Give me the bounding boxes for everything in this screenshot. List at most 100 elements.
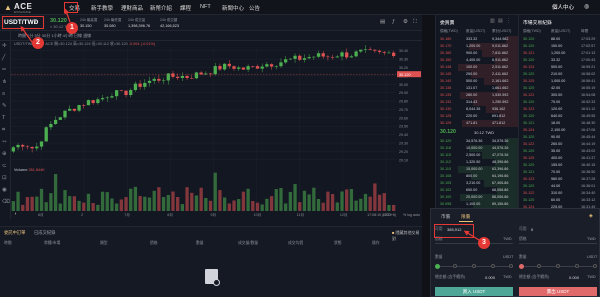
sell-amount-slider[interactable]: [519, 264, 597, 270]
stat-turnover-value: 42,166,523: [160, 24, 180, 28]
trash-tool-icon[interactable]: ⌫: [2, 199, 10, 205]
chart-type-icon[interactable]: ▤: [380, 19, 385, 25]
bid-row[interactable]: 30.105 3,210.00 67,406.86: [436, 180, 518, 187]
trade-row: 30.122 310.00 16:34:40: [519, 190, 600, 197]
buy-usdt-button[interactable]: 買入 USDT: [435, 287, 513, 296]
horizontal-line-tool-icon[interactable]: ═: [2, 67, 6, 73]
pitchfork-tool-icon[interactable]: ⋔: [2, 79, 7, 85]
scale-options[interactable]: % log auto: [403, 213, 420, 217]
settings-gear-icon[interactable]: ⚙: [403, 19, 408, 25]
indicator-icon[interactable]: ƒ: [392, 19, 395, 25]
crosshair-tool-icon[interactable]: ✛: [2, 43, 7, 49]
trade-time: 16:55:19: [581, 86, 596, 90]
bid-row[interactable]: 30.120 34,576.36 34,576.36: [436, 138, 518, 145]
bid-row[interactable]: 30.100 20,000.00 88,056.86: [436, 194, 518, 201]
magnet-tool-icon[interactable]: ⊂: [2, 163, 7, 169]
slider-step[interactable]: [491, 264, 495, 268]
ask-row[interactable]: 30.150 4,400.00 6,911.662: [436, 57, 518, 64]
measure-tool-icon[interactable]: ⇿: [2, 139, 7, 145]
slider-step[interactable]: [472, 264, 476, 268]
ask-row[interactable]: 30.135 280.00 1,530.592: [436, 92, 518, 99]
ob-amount: 1,320.50: [466, 160, 481, 164]
nav-item-courses[interactable]: 課程: [180, 4, 191, 12]
volume-bar: [274, 189, 278, 211]
brush-tool-icon[interactable]: ✎: [2, 103, 7, 109]
candle-body: [382, 51, 386, 53]
bid-row[interactable]: 30.108 800.00 64,196.86: [436, 173, 518, 180]
trade-amount: 33.32: [551, 58, 561, 62]
bid-row[interactable]: 30.102 650.00 68,056.86: [436, 187, 518, 194]
account-center-link[interactable]: 個人中心: [552, 3, 574, 11]
ask-row[interactable]: 30.180 333.32 9,344.982: [436, 36, 518, 43]
nav-item-finance[interactable]: 理財商品: [121, 4, 143, 12]
slider-step[interactable]: [509, 264, 513, 268]
ask-row[interactable]: 30.145 250.00 2,411.662: [436, 71, 518, 78]
ask-row[interactable]: 30.140 500.00 2,161.662: [436, 78, 518, 85]
bid-row[interactable]: 30.115 2,500.00 47,076.36: [436, 152, 518, 159]
slider-step[interactable]: [453, 264, 457, 268]
ob-total: 1,661.662: [492, 86, 509, 90]
volume-bar: [260, 204, 264, 211]
fullscreen-icon[interactable]: ⛶: [413, 19, 417, 26]
ob-amount: 250.00: [466, 72, 478, 76]
nav-item-new-coins[interactable]: 新幣介紹: [150, 4, 172, 12]
mid-price-fiat: 30.12 TWD: [474, 130, 495, 135]
ob-amount: 220.00: [466, 114, 478, 118]
bid-row[interactable]: 30.112 1,320.50 48,396.86: [436, 159, 518, 166]
sell-price-input[interactable]: [519, 243, 597, 244]
ask-row[interactable]: 30.160 900.00 7,811.662: [436, 50, 518, 57]
price-chart[interactable]: 30.4030.3030.2030.1030.0029.9029.8029.70…: [11, 41, 422, 219]
ob-amount: 1,100.00: [466, 202, 481, 206]
nav-item-announcements[interactable]: 公告: [249, 4, 260, 12]
buy-amount-slider[interactable]: [435, 264, 513, 270]
trend-line-tool-icon[interactable]: ╱: [2, 55, 5, 61]
slider-knob[interactable]: [435, 264, 440, 269]
ask-row[interactable]: 30.130 8,044.35 936.162: [436, 106, 518, 113]
ask-row[interactable]: 30.125 471.81 471.812: [436, 120, 518, 127]
tab-order-history[interactable]: 已成交紀錄: [34, 230, 55, 236]
ask-row[interactable]: 30.132 314.43 1,250.592: [436, 99, 518, 106]
candlestick-svg[interactable]: 30.4030.3030.2030.1030.0029.9029.8029.70…: [11, 41, 422, 219]
bid-row[interactable]: 30.098 1,100.00 89,156.86: [436, 201, 518, 208]
lock-tool-icon[interactable]: ⊡: [2, 175, 7, 181]
nav-item-beginner[interactable]: 新手教學: [91, 4, 113, 12]
book-view-both-icon[interactable]: ▥: [490, 18, 495, 24]
slider-step[interactable]: [575, 264, 579, 268]
fee-info-icon[interactable]: ◈: [589, 213, 593, 219]
brand-logo[interactable]: ▲ ACE EXCHANGE: [4, 2, 34, 14]
tradingview-logo-icon[interactable]: ◗: [14, 211, 17, 217]
ask-row[interactable]: 30.128 220.00 691.812: [436, 113, 518, 120]
nav-item-news[interactable]: 新聞中心: [222, 4, 244, 12]
buy-price-input[interactable]: [435, 243, 513, 244]
pattern-tool-icon[interactable]: ⌗: [2, 127, 5, 134]
book-view-bids-icon[interactable]: ▤: [498, 18, 503, 24]
nav-item-nft[interactable]: NFT: [200, 4, 211, 10]
hide-other-pairs-checkbox[interactable]: ■ 隱藏其他交易對: [392, 230, 422, 242]
ob-price: 30.120: [440, 139, 452, 143]
ob-amount: 3,210.00: [466, 181, 481, 185]
text-tool-icon[interactable]: T: [2, 115, 5, 121]
fib-tool-icon[interactable]: ≡: [2, 91, 5, 97]
slider-step[interactable]: [593, 264, 597, 268]
ask-row[interactable]: 30.170 1,200.00 9,011.662: [436, 43, 518, 50]
tab-market-order[interactable]: 市價: [441, 214, 450, 220]
timeframe-selector[interactable]: 時間 1分 5分 30分 1小時 4小時 日線 週線: [18, 33, 91, 39]
slider-step[interactable]: [556, 264, 560, 268]
slider-step[interactable]: [537, 264, 541, 268]
language-globe-icon[interactable]: ◍: [584, 3, 589, 10]
zoom-tool-icon[interactable]: ⊕: [2, 151, 7, 157]
trade-amount: 88.00: [551, 37, 561, 41]
stat-turnover: 24h 成交額 42,166,523: [160, 18, 179, 28]
slider-knob[interactable]: [519, 264, 524, 269]
ask-row[interactable]: 30.138 131.07 1,661.662: [436, 85, 518, 92]
candle-body: [86, 100, 91, 106]
ask-row[interactable]: 30.148 100.00 2,511.662: [436, 64, 518, 71]
sell-usdt-button[interactable]: 賣出 USDT: [519, 287, 597, 296]
tab-open-orders[interactable]: 委託中訂單: [4, 230, 25, 236]
bid-row[interactable]: 30.110 15,000.00 63,396.86: [436, 166, 518, 173]
eye-tool-icon[interactable]: ◉: [2, 187, 7, 193]
trade-price: 30.121: [523, 121, 535, 125]
bid-row[interactable]: 30.118 10,000.00 44,576.36: [436, 145, 518, 152]
book-precision-icon[interactable]: ⋮: [506, 18, 511, 24]
tab-limit-order[interactable]: 限價: [461, 214, 470, 220]
